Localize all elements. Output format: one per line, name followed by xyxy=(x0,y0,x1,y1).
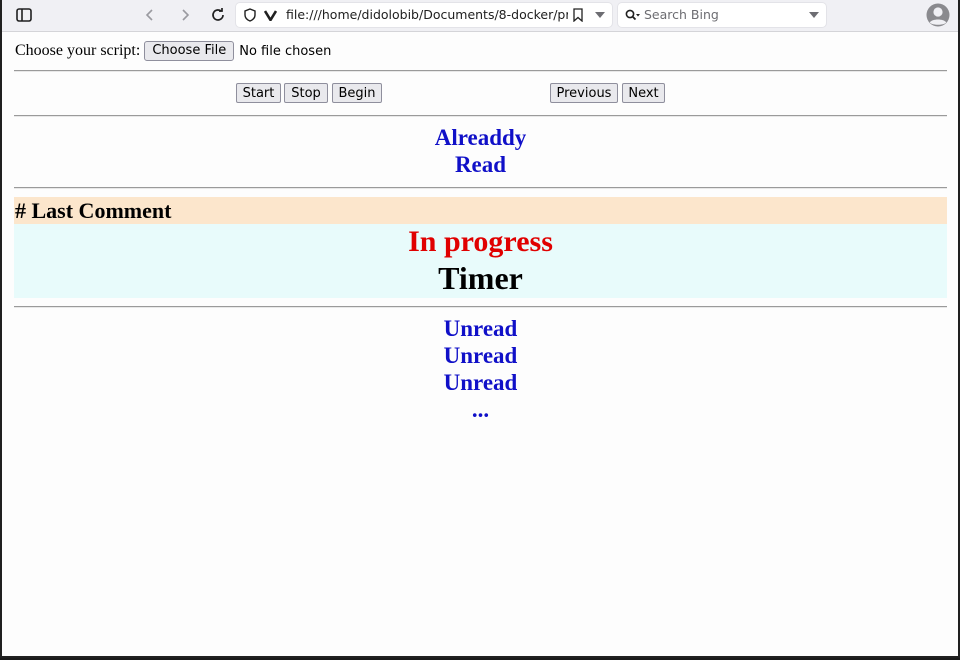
page-content: Choose your script: Choose File No file … xyxy=(2,32,958,656)
previous-button[interactable]: Previous xyxy=(550,83,618,103)
in-progress-panel: In progress Timer xyxy=(14,224,947,298)
begin-button[interactable]: Begin xyxy=(332,83,382,103)
already-read-line-1: Alreaddy xyxy=(434,125,527,150)
reload-icon[interactable] xyxy=(205,3,231,27)
file-status: No file chosen xyxy=(239,43,332,59)
unread-item: Unread xyxy=(443,370,518,395)
unread-item: Unread xyxy=(443,316,518,341)
last-comment-banner: # Last Comment xyxy=(14,197,947,224)
last-comment-label: # Last Comment xyxy=(15,198,172,223)
search-engine-dropdown-icon[interactable] xyxy=(806,7,822,23)
search-icon xyxy=(624,7,640,23)
choose-file-button[interactable]: Choose File xyxy=(144,41,235,61)
divider xyxy=(14,70,947,72)
browser-toolbar: file:///home/didolobib/Documents/8-docke… xyxy=(2,0,958,32)
url-text[interactable]: file:///home/didolobib/Documents/8-docke… xyxy=(286,7,568,22)
next-button[interactable]: Next xyxy=(622,83,665,103)
bookmark-icon[interactable] xyxy=(570,7,586,23)
unread-item: Unread xyxy=(443,343,518,368)
sidebar-toggle-icon[interactable] xyxy=(11,3,37,27)
stop-button[interactable]: Stop xyxy=(284,83,328,103)
divider xyxy=(14,187,947,189)
url-bar[interactable]: file:///home/didolobib/Documents/8-docke… xyxy=(236,3,612,27)
already-read-line-2: Read xyxy=(454,152,507,177)
browser-window: file:///home/didolobib/Documents/8-docke… xyxy=(0,0,960,658)
search-bar[interactable]: Search Bing xyxy=(618,3,826,27)
divider xyxy=(14,306,947,308)
script-chooser: Choose your script: Choose File No file … xyxy=(15,41,331,61)
divider xyxy=(14,115,947,117)
search-placeholder[interactable]: Search Bing xyxy=(644,7,719,22)
forward-icon[interactable] xyxy=(172,3,198,27)
url-dropdown-icon[interactable] xyxy=(592,7,608,23)
unread-ellipsis: ... xyxy=(471,397,490,422)
timer-text: Timer xyxy=(438,260,523,296)
in-progress-text: In progress xyxy=(408,225,553,258)
account-avatar-icon[interactable] xyxy=(925,2,951,28)
start-button[interactable]: Start xyxy=(236,83,281,103)
back-icon[interactable] xyxy=(137,3,163,27)
script-label: Choose your script: xyxy=(15,42,141,59)
site-info-icon[interactable] xyxy=(262,7,278,23)
shield-icon[interactable] xyxy=(242,7,258,23)
